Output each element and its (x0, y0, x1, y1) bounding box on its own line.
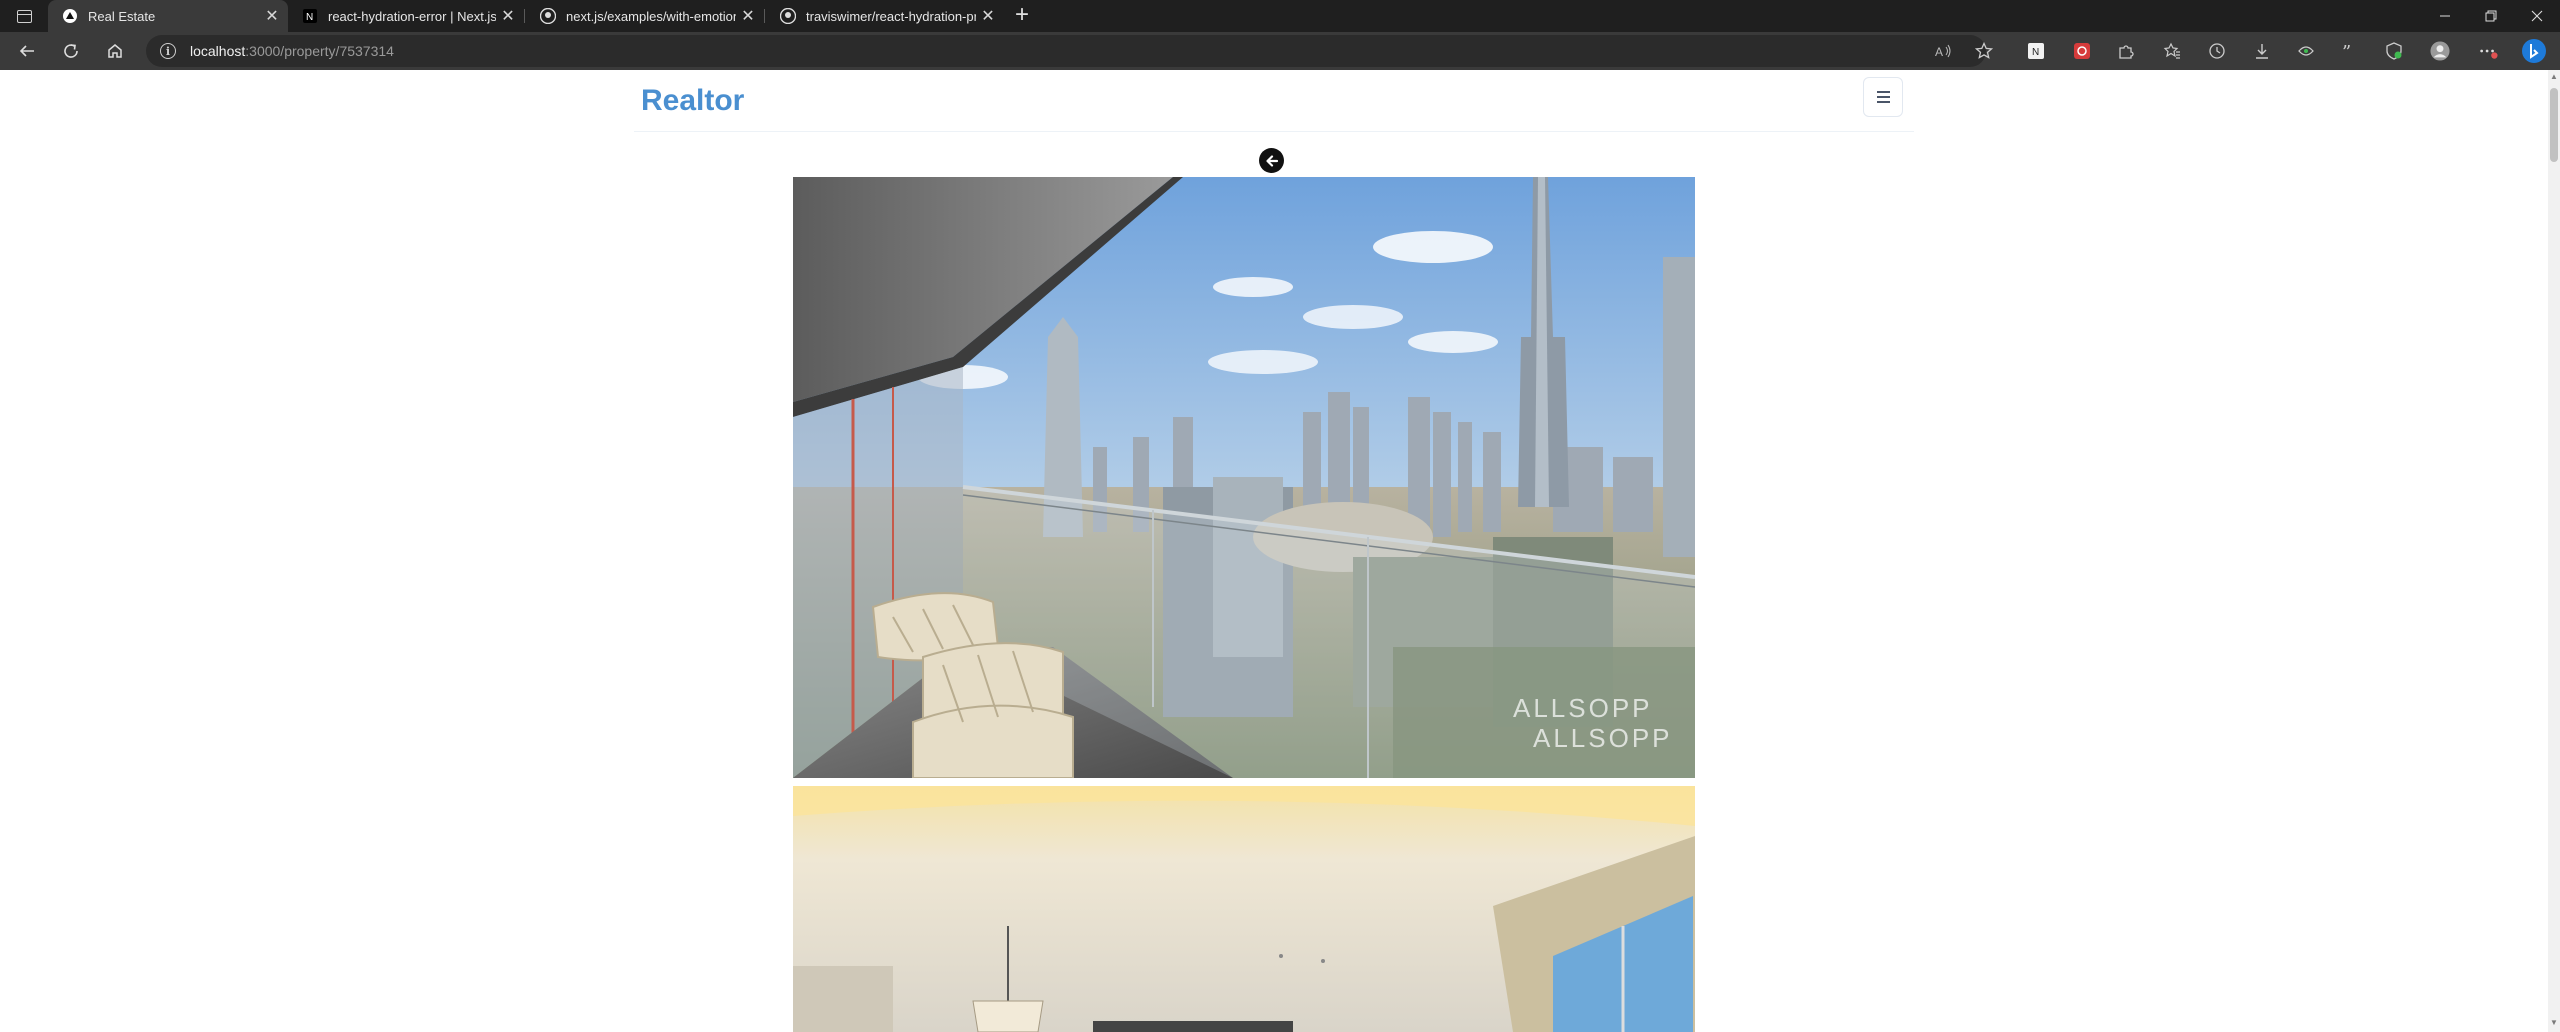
minimize-icon[interactable] (2422, 0, 2468, 32)
restore-icon[interactable] (2468, 0, 2514, 32)
url-host: localhost (190, 43, 246, 59)
home-icon[interactable] (100, 37, 130, 65)
tab-title: next.js/examples/with-emotion a (566, 8, 736, 24)
extension-red-icon[interactable] (2072, 41, 2092, 61)
svg-text:”: ” (2342, 42, 2351, 60)
nextjs-icon: N (302, 8, 318, 24)
tab-react-hydration-error[interactable]: N react-hydration-error | Next.js ✕ (288, 0, 524, 32)
reload-icon[interactable] (56, 37, 86, 65)
favorites-icon[interactable] (2162, 41, 2182, 61)
site-logo[interactable]: Realtor (641, 84, 744, 118)
extensions-puzzle-icon[interactable] (2116, 41, 2136, 61)
address-bar[interactable]: i localhost:3000/property/7537314 (146, 35, 1986, 67)
close-tab-icon[interactable]: ✕ (496, 4, 520, 28)
close-tab-icon[interactable]: ✕ (260, 4, 284, 28)
tab-separator (524, 9, 525, 23)
profile-avatar-icon[interactable] (2430, 41, 2450, 61)
scroll-up-icon[interactable]: ▲ (2549, 72, 2559, 84)
performance-icon[interactable] (2296, 41, 2316, 61)
copilot-icon[interactable] (2520, 37, 2548, 65)
page-scrollbar[interactable] (2548, 70, 2560, 1032)
menu-line (1876, 96, 1890, 98)
property-photo[interactable] (793, 786, 1695, 1032)
menu-line (1876, 101, 1890, 103)
quote-icon[interactable]: ” (2340, 41, 2360, 61)
github-icon (540, 8, 556, 24)
svg-text:N: N (306, 12, 313, 23)
svg-text:ALLSOPP: ALLSOPP (1513, 693, 1653, 723)
read-aloud-icon[interactable]: A (1934, 41, 1954, 61)
url-text[interactable]: localhost:3000/property/7537314 (190, 43, 394, 59)
tab-real-estate[interactable]: Real Estate ✕ (48, 0, 288, 32)
scroll-down-icon[interactable]: ▼ (2549, 1018, 2559, 1030)
back-icon[interactable] (12, 37, 42, 65)
extension-n-icon[interactable]: N (2026, 41, 2046, 61)
address-toolbar: i localhost:3000/property/7537314 A N ” (0, 32, 2560, 70)
github-icon (780, 8, 796, 24)
hamburger-menu-button[interactable] (1863, 77, 1903, 117)
close-tab-icon[interactable]: ✕ (976, 4, 1000, 28)
browser-tab-strip: Real Estate ✕ N react-hydration-error | … (0, 0, 2560, 32)
page-content: Realtor ALLSOPP ALLSOPP (0, 70, 2548, 1032)
site-info-icon[interactable]: i (160, 43, 176, 59)
tab-traviswimer-repo[interactable]: traviswimer/react-hydration-pro ✕ (766, 0, 1004, 32)
menu-line (1876, 91, 1890, 93)
history-icon[interactable] (2207, 41, 2227, 61)
svg-text:ALLSOPP: ALLSOPP (1533, 723, 1673, 753)
tab-nextjs-examples[interactable]: next.js/examples/with-emotion a ✕ (526, 0, 764, 32)
new-tab-button[interactable]: + (1008, 2, 1036, 30)
property-photo[interactable]: ALLSOPP ALLSOPP (793, 177, 1695, 778)
tab-title: react-hydration-error | Next.js (328, 8, 496, 24)
tab-title: traviswimer/react-hydration-pro (806, 8, 976, 24)
settings-more-icon[interactable] (2478, 41, 2498, 61)
nextjs-triangle-icon (62, 8, 78, 24)
tab-separator (764, 9, 765, 23)
arrow-left-circle-icon[interactable] (1259, 148, 1284, 173)
close-window-icon[interactable] (2514, 0, 2560, 32)
scrollbar-thumb[interactable] (2550, 88, 2558, 162)
url-path: :3000/property/7537314 (245, 43, 394, 59)
svg-text:A: A (1935, 45, 1943, 59)
close-tab-icon[interactable]: ✕ (736, 4, 760, 28)
svg-text:N: N (2032, 47, 2039, 58)
browser-essentials-icon[interactable] (2384, 41, 2404, 61)
tab-title: Real Estate (88, 8, 156, 24)
downloads-icon[interactable] (2252, 41, 2272, 61)
favorite-star-icon[interactable] (1974, 41, 1994, 61)
site-navbar: Realtor (634, 70, 1914, 132)
tab-actions-icon[interactable] (10, 6, 38, 26)
